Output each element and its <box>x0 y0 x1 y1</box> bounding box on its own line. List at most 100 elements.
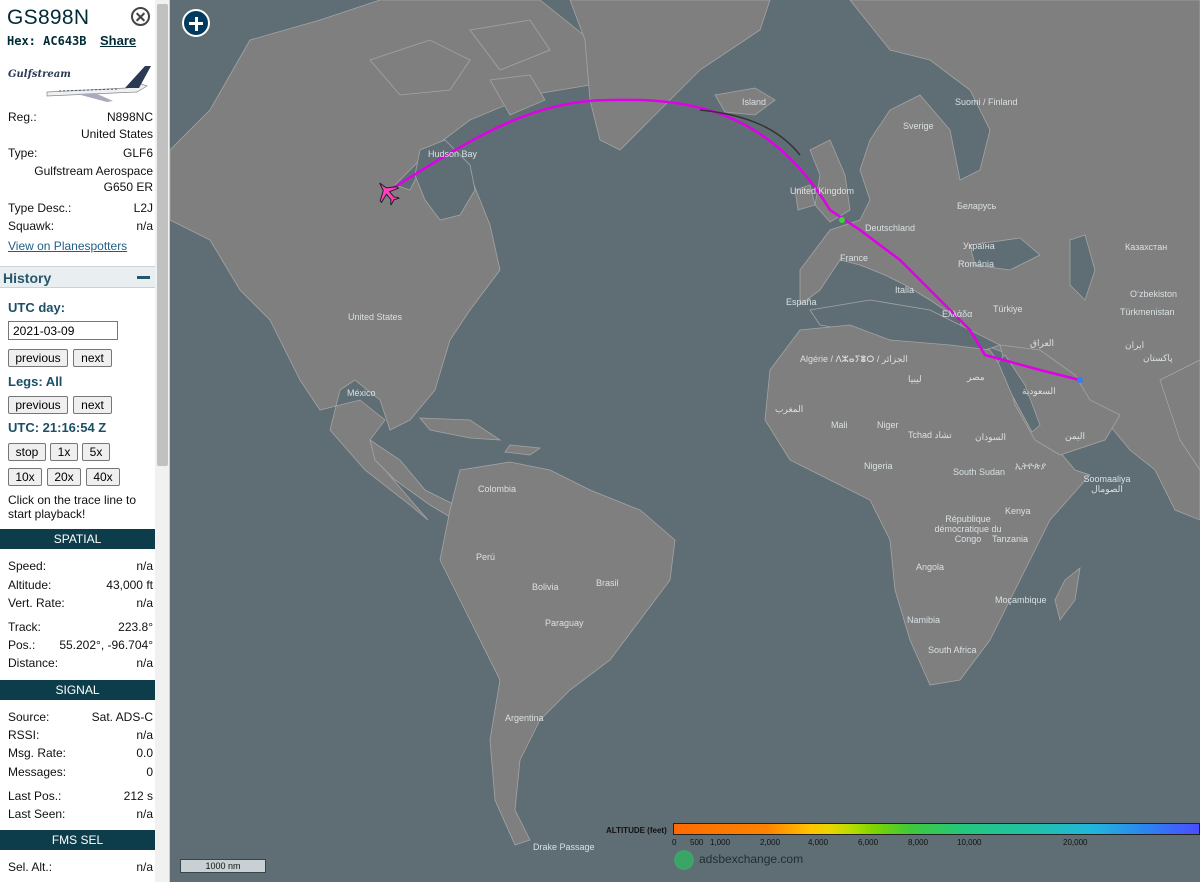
map-label: Island <box>742 97 767 107</box>
altitude-tick-label: 500 <box>690 838 704 847</box>
map-label: United States <box>348 312 403 322</box>
detail-key: Pos.: <box>8 638 36 652</box>
map-label: Ελλάδα <box>942 309 973 319</box>
detail-key: Speed: <box>8 559 47 573</box>
altitude-tick-label: 1,000 <box>710 838 731 847</box>
detail-value: n/a <box>136 807 153 821</box>
land-uk <box>794 139 851 223</box>
detail-value: 223.8° <box>118 620 153 634</box>
sidebar-scrollbar-thumb[interactable] <box>157 4 168 466</box>
detail-key: Reg.: <box>8 110 37 124</box>
detail-key: Last Pos.: <box>8 789 62 803</box>
history-section-header[interactable]: History <box>0 266 155 288</box>
altitude-tick-label: 8,000 <box>908 838 929 847</box>
planespotters-link[interactable]: View on Planespotters <box>8 239 127 253</box>
scale-bar: 1000 nm <box>180 859 266 873</box>
map-label: Казахстан <box>1125 242 1168 252</box>
map-label: العراق <box>1030 338 1055 348</box>
detail-key: Messages: <box>8 765 67 779</box>
playback-20x-button[interactable]: 20x <box>47 468 81 486</box>
altitude-legend-title: ALTITUDE (feet) <box>606 826 667 835</box>
detail-value: n/a <box>136 596 153 610</box>
detail-key: Source: <box>8 710 50 724</box>
map-label: المغرب <box>775 404 804 414</box>
map-label: Moçambique <box>995 595 1047 605</box>
detail-value: 43,000 ft <box>106 578 153 592</box>
detail-value: N898NC <box>106 110 153 124</box>
leg-next-button[interactable]: next <box>73 396 112 414</box>
land-greenland <box>569 0 771 151</box>
detail-key: Msg. Rate: <box>8 746 67 760</box>
callsign-title: GS898N <box>7 6 90 29</box>
altitude-tick-label: 20,000 <box>1063 838 1088 847</box>
detail-key: Last Seen: <box>8 807 66 821</box>
utc-day-label: UTC day: <box>8 300 66 315</box>
map-label: South Sudan <box>953 467 1006 477</box>
detail-key: RSSI: <box>8 728 40 742</box>
playback-hint: Click on the trace line to start playbac… <box>8 493 137 521</box>
altitude-tick-label: 0 <box>672 838 677 847</box>
map-label: Colombia <box>478 484 517 494</box>
map-label: Mali <box>831 420 848 430</box>
map-label: Soomaaliya الصومال <box>1083 474 1131 494</box>
share-link[interactable]: Share <box>100 33 136 48</box>
playback-5x-button[interactable]: 5x <box>82 443 110 461</box>
fms-section-header[interactable]: FMS SEL <box>0 830 155 850</box>
zoom-in-icon[interactable] <box>182 9 210 37</box>
land-south-america <box>439 461 676 846</box>
altitude-tick-label: 6,000 <box>858 838 879 847</box>
detail-key: Type: <box>8 146 38 160</box>
date-input[interactable] <box>8 321 118 340</box>
destination-marker <box>1077 377 1083 383</box>
playback-10x-button[interactable]: 10x <box>8 468 42 486</box>
detail-value: Sat. ADS-C <box>91 710 153 724</box>
map-label: Brasil <box>596 578 619 588</box>
map-canvas[interactable] <box>170 0 1200 882</box>
land-madagascar <box>1054 567 1081 621</box>
leg-previous-button[interactable]: previous <box>8 396 68 414</box>
map-label: Deutschland <box>865 223 916 233</box>
altitude-tick-label: 10,000 <box>957 838 982 847</box>
playback-1x-button[interactable]: 1x <box>50 443 78 461</box>
spatial-section-header[interactable]: SPATIAL <box>0 529 155 549</box>
hex-label: Hex: <box>7 34 36 48</box>
map-label: پاکستان <box>1143 353 1173 363</box>
map-label: Hudson Bay <box>428 149 478 159</box>
playback-stop-button[interactable]: stop <box>8 443 46 461</box>
detail-key: Altitude: <box>8 578 52 592</box>
map-label: South Africa <box>928 645 977 655</box>
detail-value: n/a <box>136 860 153 874</box>
aircraft-photo[interactable]: Gulfstream <box>7 62 153 104</box>
map-label: مصر <box>967 372 985 382</box>
map-label: Oʻzbekiston <box>1130 289 1178 299</box>
close-icon[interactable] <box>131 7 150 26</box>
map-label: Tchad تشاد <box>908 430 952 440</box>
map-label: Italia <box>895 285 915 295</box>
signal-section-header[interactable]: SIGNAL <box>0 680 155 700</box>
map-label: السودان <box>975 432 1007 442</box>
world-map[interactable]: Island Suomi / Finland Sverige United Kingd… <box>170 0 1200 882</box>
map-label: România <box>958 259 995 269</box>
day-next-button[interactable]: next <box>73 349 112 367</box>
detail-value: n/a <box>136 219 153 233</box>
map-label: Sverige <box>903 121 934 131</box>
map-label: México <box>347 388 376 398</box>
departure-marker <box>839 217 845 223</box>
detail-value: n/a <box>136 728 153 742</box>
map-label: Україна <box>963 241 995 251</box>
playback-40x-button[interactable]: 40x <box>86 468 120 486</box>
history-title: History <box>3 270 52 286</box>
adsbexchange-logo-icon <box>674 850 694 870</box>
day-previous-button[interactable]: previous <box>8 349 68 367</box>
map-label: Nigeria <box>864 461 893 471</box>
map-label: ኢትዮጵያ <box>1015 461 1047 471</box>
collapse-icon[interactable] <box>137 276 150 279</box>
altitude-tick-label: 4,000 <box>808 838 829 847</box>
land-cuba <box>419 417 542 456</box>
map-label: Niger <box>877 420 899 430</box>
detail-value: United States <box>80 127 153 141</box>
detail-key: Vert. Rate: <box>8 596 65 610</box>
map-label: Tanzania <box>992 534 1029 544</box>
photo-caption: Gulfstream <box>8 69 71 80</box>
map-label: Namibia <box>907 615 941 625</box>
